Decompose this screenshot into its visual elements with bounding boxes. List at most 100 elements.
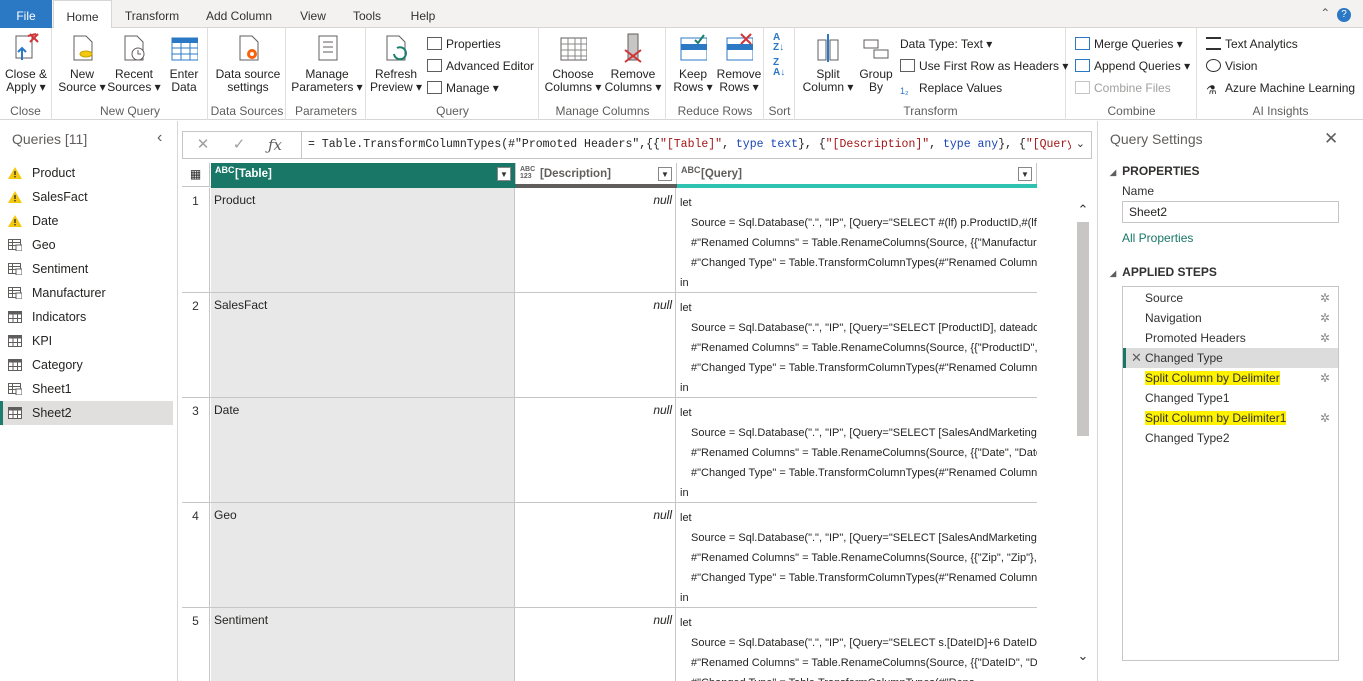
scroll-up-icon[interactable]: ⌃ — [1075, 202, 1091, 218]
scroll-thumb[interactable] — [1077, 222, 1089, 436]
scroll-down-icon[interactable]: ⌄ — [1075, 648, 1091, 664]
cancel-formula-icon[interactable]: ✕ — [189, 134, 217, 156]
refresh-preview-button[interactable]: Refresh Preview ▾ — [369, 32, 423, 94]
tab-home[interactable]: Home — [53, 0, 112, 29]
query-item[interactable]: Category — [0, 353, 173, 377]
tab-tools[interactable]: Tools — [346, 0, 388, 28]
azure-ml-button[interactable]: ⚗ Azure Machine Learning — [1206, 79, 1355, 97]
table-row[interactable]: 2 SalesFact null let Source = Sql.Database("… — [182, 293, 1037, 398]
tab-file[interactable]: File — [0, 0, 52, 28]
cell-description[interactable]: null — [516, 503, 676, 607]
tab-transform[interactable]: Transform — [116, 0, 188, 28]
cell-table[interactable]: Product — [211, 188, 515, 292]
query-item[interactable]: Geo — [0, 233, 173, 257]
query-item[interactable]: Manufacturer — [0, 281, 173, 305]
cell-query[interactable]: let Source = Sql.Database(".", "IP", [Que… — [677, 293, 1037, 397]
merge-queries-button[interactable]: Merge Queries ▾ — [1075, 35, 1183, 53]
table-menu-icon[interactable]: ▦ — [182, 163, 210, 187]
cell-table[interactable]: Sentiment — [211, 608, 515, 681]
query-item[interactable]: Sheet1 — [0, 377, 173, 401]
step-settings-gear-icon[interactable]: ✲ — [1320, 328, 1330, 348]
applied-step[interactable]: Navigation ✲ — [1123, 308, 1338, 328]
advanced-editor-button[interactable]: Advanced Editor — [427, 57, 534, 75]
table-row[interactable]: 5 Sentiment null let Source = Sql.Database("… — [182, 608, 1037, 681]
recent-sources-button[interactable]: Recent Sources ▾ — [107, 32, 161, 94]
fx-icon[interactable]: ƒx — [261, 134, 289, 156]
step-settings-gear-icon[interactable]: ✲ — [1320, 308, 1330, 328]
combine-files-button[interactable]: Combine Files — [1075, 79, 1171, 97]
cell-description[interactable]: null — [516, 608, 676, 681]
formula-input[interactable]: = Table.TransformColumnTypes(#"Promoted … — [301, 132, 1071, 158]
filter-dropdown-icon[interactable]: ▼ — [1018, 167, 1032, 181]
data-type-dropdown[interactable]: Data Type: Text ▾ — [900, 35, 992, 53]
table-row[interactable]: 3 Date null let Source = Sql.Database(".", "… — [182, 398, 1037, 503]
cell-table[interactable]: SalesFact — [211, 293, 515, 397]
choose-columns-button[interactable]: Choose Columns ▾ — [544, 32, 602, 94]
replace-values-button[interactable]: 1₂ Replace Values — [900, 79, 1002, 97]
remove-rows-button[interactable]: Remove Rows ▾ — [715, 32, 763, 94]
table-row[interactable]: 4 Geo null let Source = Sql.Database(".", "I… — [182, 503, 1037, 608]
query-item[interactable]: Indicators — [0, 305, 173, 329]
grid-vertical-scrollbar[interactable]: ⌃ ⌄ — [1073, 200, 1093, 670]
applied-step[interactable]: Promoted Headers ✲ — [1123, 328, 1338, 348]
applied-step[interactable]: Changed Type2 — [1123, 428, 1338, 448]
applied-step[interactable]: Source ✲ — [1123, 288, 1338, 308]
step-settings-gear-icon[interactable]: ✲ — [1320, 368, 1330, 388]
cell-query[interactable]: let Source = Sql.Database(".", "IP", [Que… — [677, 188, 1037, 292]
close-apply-button[interactable]: Close & Apply ▾ — [2, 32, 50, 94]
collapse-pane-icon[interactable]: ‹ — [157, 129, 162, 147]
commit-formula-icon[interactable]: ✓ — [225, 134, 253, 156]
applied-step[interactable]: Split Column by Delimiter ✲ — [1123, 368, 1338, 388]
group-by-button[interactable]: Group By — [856, 32, 896, 94]
close-icon[interactable]: ✕ — [1324, 129, 1338, 149]
text-analytics-button[interactable]: Text Analytics — [1206, 35, 1298, 53]
tab-help[interactable]: Help — [402, 0, 444, 28]
vision-button[interactable]: Vision — [1206, 57, 1257, 75]
step-settings-gear-icon[interactable]: ✲ — [1320, 288, 1330, 308]
cell-query[interactable]: let Source = Sql.Database(".", "IP", [Que… — [677, 608, 1037, 681]
remove-rows-icon — [726, 33, 753, 61]
delete-step-icon[interactable]: ✕ — [1131, 348, 1142, 368]
collapse-triangle-icon[interactable]: ◢ — [1110, 269, 1116, 278]
sort-ascending-icon[interactable]: A Z↓ — [773, 33, 784, 53]
use-first-row-headers-button[interactable]: Use First Row as Headers ▾ — [900, 57, 1068, 75]
manage-parameters-button[interactable]: Manage Parameters ▾ — [289, 32, 365, 94]
cell-description[interactable]: null — [516, 188, 676, 292]
query-item[interactable]: SalesFact — [0, 185, 173, 209]
enter-data-button[interactable]: Enter Data — [161, 32, 207, 94]
sort-descending-icon[interactable]: Z A↓ — [773, 58, 785, 78]
cell-query[interactable]: let Source = Sql.Database(".", "IP", [Que… — [677, 503, 1037, 607]
collapse-triangle-icon[interactable]: ◢ — [1110, 168, 1116, 177]
filter-dropdown-icon[interactable]: ▼ — [658, 167, 672, 181]
tab-add-column[interactable]: Add Column — [198, 0, 280, 28]
cell-description[interactable]: null — [516, 398, 676, 502]
cell-table[interactable]: Geo — [211, 503, 515, 607]
all-properties-link[interactable]: All Properties — [1122, 231, 1193, 245]
cell-description[interactable]: null — [516, 293, 676, 397]
cell-query[interactable]: let Source = Sql.Database(".", "IP", [Que… — [677, 398, 1037, 502]
query-item[interactable]: KPI — [0, 329, 173, 353]
query-item[interactable]: Product — [0, 161, 173, 185]
cell-table[interactable]: Date — [211, 398, 515, 502]
step-settings-gear-icon[interactable]: ✲ — [1320, 408, 1330, 428]
applied-step[interactable]: Split Column by Delimiter1 ✲ — [1123, 408, 1338, 428]
query-name-input[interactable]: Sheet2 — [1122, 201, 1339, 223]
keep-rows-button[interactable]: Keep Rows ▾ — [671, 32, 715, 94]
filter-dropdown-icon[interactable]: ▼ — [497, 167, 511, 181]
append-queries-button[interactable]: Append Queries ▾ — [1075, 57, 1190, 75]
expand-formula-icon[interactable]: ⌄ — [1076, 137, 1085, 150]
query-item[interactable]: Sentiment — [0, 257, 173, 281]
applied-step[interactable]: Changed Type1 — [1123, 388, 1338, 408]
query-item[interactable]: Sheet2 — [0, 401, 173, 425]
remove-columns-button[interactable]: Remove Columns ▾ — [602, 32, 664, 94]
new-source-button[interactable]: New Source ▾ — [57, 32, 107, 94]
collapse-ribbon-icon[interactable]: ⌃ ? — [1320, 6, 1351, 22]
table-row[interactable]: 1 Product null let Source = Sql.Database("."… — [182, 188, 1037, 293]
tab-view[interactable]: View — [292, 0, 334, 28]
manage-button[interactable]: Manage ▾ — [427, 79, 499, 97]
split-column-button[interactable]: Split Column ▾ — [798, 32, 858, 94]
data-source-settings-button[interactable]: Data source settings — [211, 32, 285, 94]
properties-button[interactable]: Properties — [427, 35, 501, 53]
query-item[interactable]: Date — [0, 209, 173, 233]
applied-step[interactable]: ✕ Changed Type — [1123, 348, 1338, 368]
